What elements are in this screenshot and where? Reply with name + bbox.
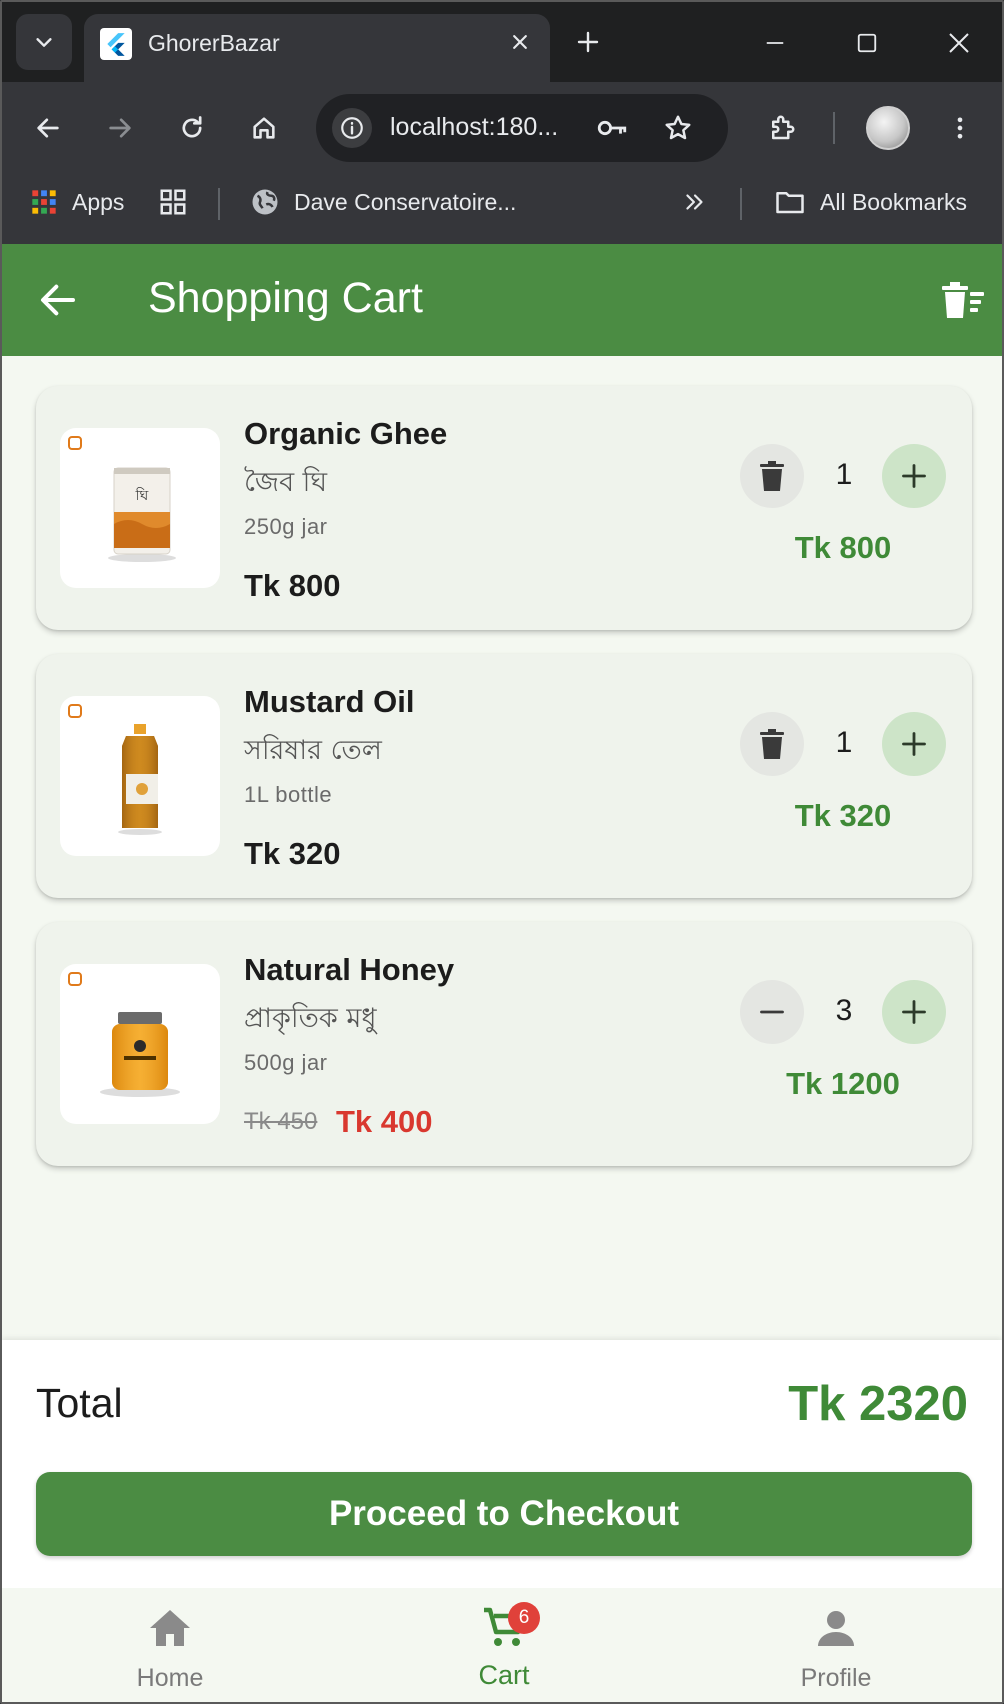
nav-cart[interactable]: 6 Cart [404, 1588, 604, 1702]
product-name-bengali: প্রাকৃতিক মধু [244, 1003, 377, 1034]
minimize-icon[interactable] [752, 20, 798, 66]
toolbar-divider [833, 112, 835, 144]
browser-menu-icon[interactable] [936, 104, 984, 152]
product-name: Mustard Oil [244, 684, 415, 719]
sale-price: Tk 400 [336, 1104, 433, 1139]
bookmark-divider [218, 188, 220, 220]
product-price: Tk 320 [244, 836, 341, 871]
flutter-icon [100, 28, 132, 60]
globe-icon [252, 189, 278, 215]
increase-quantity-button[interactable] [882, 712, 946, 776]
product-name-bengali: সরিষার তেল [244, 735, 382, 766]
increase-quantity-button[interactable] [882, 980, 946, 1044]
checkout-button[interactable]: Proceed to Checkout [36, 1472, 972, 1556]
home-browser-icon[interactable] [240, 104, 288, 152]
plus-icon [902, 1000, 926, 1024]
bookmarks-bar: Apps Dave Conservatoire... All Bookmarks [2, 174, 1002, 244]
product-image [60, 696, 220, 856]
remove-item-button[interactable] [740, 444, 804, 508]
forward-icon[interactable] [96, 104, 144, 152]
total-label: Total [36, 1380, 123, 1426]
address-bar[interactable]: localhost:180... [316, 94, 728, 162]
person-icon [818, 1611, 854, 1646]
back-arrow-icon[interactable] [36, 278, 80, 322]
quantity-value: 3 [835, 994, 853, 1027]
trash-icon [760, 729, 784, 759]
nav-profile-label: Profile [800, 1664, 872, 1692]
cart-summary: Total Tk 2320 Proceed to Checkout [2, 1340, 1002, 1588]
cart-item-card: Natural Honey প্রাকৃতিক মধু 500g jar Tk … [36, 922, 972, 1166]
bookmark-apps[interactable]: Apps [30, 174, 124, 230]
all-bookmarks[interactable]: All Bookmarks [774, 174, 967, 230]
browser-tab[interactable]: GhorerBazar [84, 14, 550, 82]
line-total: Tk 800 [794, 530, 892, 565]
product-image [60, 964, 220, 1124]
tab-title: GhorerBazar [148, 30, 280, 56]
original-price: Tk 450 [244, 1108, 318, 1135]
plus-icon [902, 732, 926, 756]
nav-home[interactable]: Home [70, 1588, 270, 1702]
profile-avatar[interactable] [866, 106, 910, 150]
clear-cart-icon[interactable] [940, 280, 986, 322]
bookmark-dave-conservatoire[interactable]: Dave Conservatoire... [250, 174, 516, 230]
app-bar: Shopping Cart [2, 244, 1002, 356]
cart-count-badge: 6 [508, 1602, 540, 1634]
trash-icon [760, 461, 784, 491]
cart-item-card: ঘি Organic Ghee জৈব ঘি 250g jar Tk 800 1… [36, 386, 972, 630]
decrease-quantity-button[interactable] [740, 980, 804, 1044]
browser-toolbar: localhost:180... [2, 82, 1002, 174]
maximize-icon[interactable] [844, 20, 890, 66]
increase-quantity-button[interactable] [882, 444, 946, 508]
product-image: ঘি [60, 428, 220, 588]
line-total: Tk 320 [794, 798, 892, 833]
bottom-navigation: Home 6 Cart Profile [2, 1588, 1002, 1702]
cart-item-card: Mustard Oil সরিষার তেল 1L bottle Tk 320 … [36, 654, 972, 898]
product-unit: 250g jar [244, 514, 328, 539]
tab-search-button[interactable] [16, 14, 72, 70]
close-tab-icon[interactable] [504, 26, 536, 58]
tab-strip: GhorerBazar [2, 2, 1002, 82]
line-total: Tk 1200 [786, 1066, 900, 1101]
folder-icon [776, 192, 804, 214]
bookmark-apps-label: Apps [72, 188, 125, 215]
brand-badge [68, 704, 82, 718]
site-info-icon[interactable] [332, 108, 372, 148]
product-name-bengali: জৈব ঘি [244, 467, 328, 498]
apps-grid-icon [32, 190, 56, 214]
browser-window: GhorerBazar localhost:180... Apps Dave C… [0, 0, 1004, 1704]
quantity-value: 1 [835, 726, 853, 759]
bookmark-dave-label: Dave Conservatoire... [294, 188, 517, 215]
bookmark-star-icon[interactable] [658, 108, 698, 148]
chevron-down-icon [36, 38, 52, 47]
svg-text:ঘি: ঘি [135, 487, 149, 504]
nav-profile[interactable]: Profile [736, 1588, 936, 1702]
extensions-icon[interactable] [758, 104, 806, 152]
url-text[interactable]: localhost:180... [390, 113, 558, 142]
page-title: Shopping Cart [148, 274, 423, 322]
all-bookmarks-label: All Bookmarks [820, 188, 967, 215]
nav-cart-label: Cart [478, 1660, 530, 1690]
brand-badge [68, 436, 82, 450]
product-price: Tk 800 [244, 568, 341, 603]
new-tab-icon[interactable] [568, 22, 608, 62]
product-name: Natural Honey [244, 952, 455, 987]
nav-home-label: Home [136, 1664, 204, 1692]
home-icon [150, 1610, 190, 1646]
quantity-value: 1 [835, 458, 853, 491]
back-icon[interactable] [24, 104, 72, 152]
bookmark-divider-2 [740, 188, 742, 220]
more-bookmarks-icon[interactable] [682, 174, 708, 230]
reload-icon[interactable] [168, 104, 216, 152]
product-unit: 1L bottle [244, 782, 333, 807]
product-name: Organic Ghee [244, 416, 448, 451]
minus-icon [760, 1010, 784, 1014]
remove-item-button[interactable] [740, 712, 804, 776]
plus-icon [902, 464, 926, 488]
key-icon[interactable] [592, 108, 632, 148]
product-unit: 500g jar [244, 1050, 328, 1075]
window-close-icon[interactable] [936, 20, 982, 66]
total-value: Tk 2320 [788, 1377, 968, 1431]
brand-badge [68, 972, 82, 986]
tab-groups-icon[interactable] [158, 174, 188, 230]
